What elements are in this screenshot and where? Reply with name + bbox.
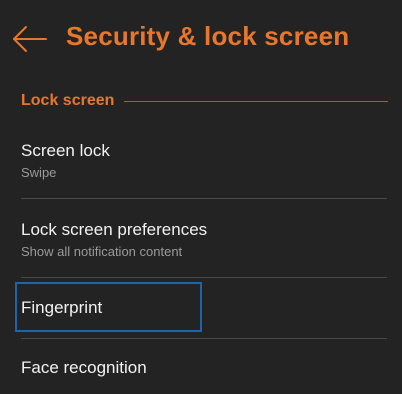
divider	[21, 338, 387, 339]
item-title: Screen lock	[21, 141, 110, 160]
app-header: Security & lock screen	[0, 0, 402, 72]
item-subtitle: Show all notification content	[21, 244, 183, 259]
settings-screen: Security & lock screen Lock screen Scree…	[0, 0, 402, 394]
fingerprint-item[interactable]: Fingerprint	[21, 298, 387, 318]
item-title: Lock screen preferences	[21, 220, 208, 239]
divider	[21, 198, 387, 199]
item-subtitle: Swipe	[21, 165, 57, 180]
face-recognition-item[interactable]: Face recognition	[21, 358, 387, 378]
screen-lock-item[interactable]: Screen lock Swipe	[21, 141, 387, 180]
section-divider	[124, 100, 388, 102]
lock-screen-preferences-item[interactable]: Lock screen preferences Show all notific…	[21, 220, 387, 259]
item-title: Face recognition	[21, 358, 147, 377]
page-title: Security & lock screen	[66, 21, 350, 51]
section-title: Lock screen	[21, 92, 115, 109]
section-header-lock-screen: Lock screen	[21, 90, 388, 112]
arrow-left-icon	[13, 26, 47, 52]
item-title: Fingerprint	[21, 298, 103, 317]
back-button[interactable]	[10, 22, 50, 56]
divider	[21, 277, 387, 278]
